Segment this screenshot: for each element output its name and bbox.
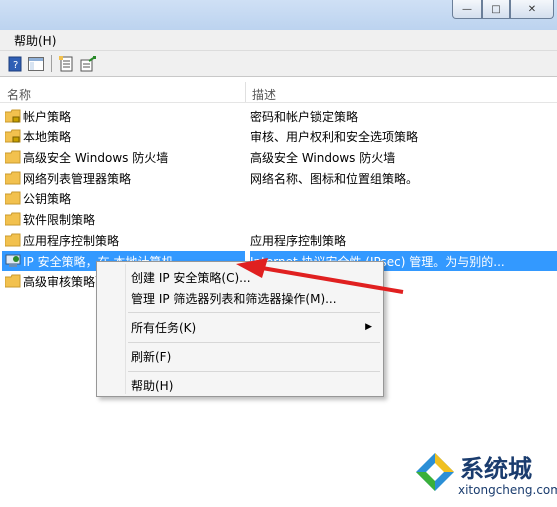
annotation-arrow bbox=[236, 258, 404, 294]
watermark-url: xitongcheng.com bbox=[458, 483, 557, 497]
watermark-title: 系统城 bbox=[460, 455, 532, 483]
watermark-logo: 系统城 xitongcheng.com bbox=[412, 447, 557, 505]
watermark-diamond-icon bbox=[416, 453, 454, 491]
